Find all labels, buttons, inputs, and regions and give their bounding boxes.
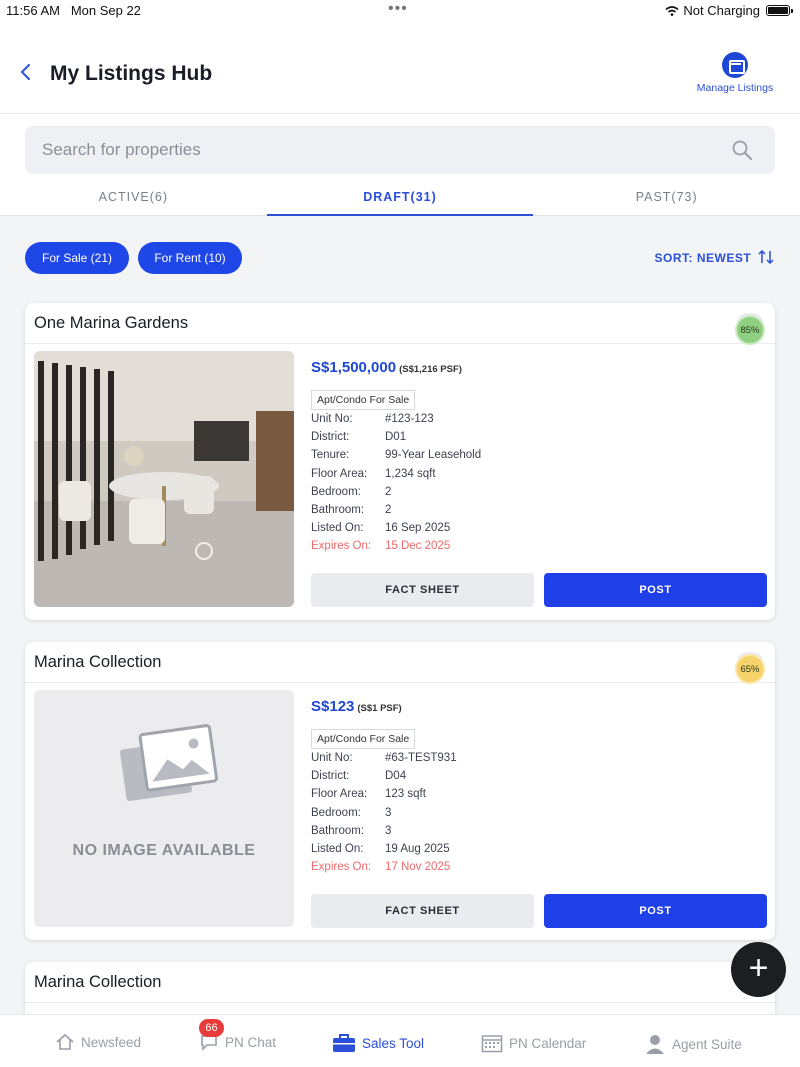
search-icon[interactable]	[731, 139, 753, 161]
listing-actions: FACT SHEET POST	[311, 573, 767, 607]
nav-label: PN Calendar	[509, 1035, 587, 1051]
manage-listings-label: Manage Listings	[696, 82, 774, 94]
listing-card[interactable]: Marina Collection ••• NO IMAGE AVAILABLE…	[25, 642, 775, 940]
sort-label: SORT: NEWEST	[654, 251, 752, 265]
detail-row: Tenure: 99-Year Leasehold	[311, 449, 482, 462]
status-time: 11:56 AM Mon Sep 22	[6, 3, 141, 18]
battery-icon	[766, 5, 793, 16]
status-right: Not Charging	[665, 3, 793, 18]
listing-details: Unit No: #63-TEST931 District: D04 Floor A…	[311, 752, 761, 879]
calendar-icon	[481, 1035, 503, 1053]
listing-title: One Marina Gardens	[34, 314, 189, 332]
detail-row: District: D01	[311, 431, 407, 444]
chat-unread-badge: 66	[199, 1019, 224, 1037]
nav-label: Agent Suite	[672, 1036, 742, 1052]
detail-row: Floor Area: 1,234 sqft	[311, 467, 436, 480]
listing-details: Unit No: #123-123 District: D01 Tenure: 99-…	[311, 413, 761, 559]
listing-price: S$123 (S$1 PSF)	[311, 698, 402, 715]
search-placeholder: Search for properties	[42, 140, 201, 159]
page-title: My Listings Hub	[50, 62, 213, 85]
property-type-tag: Apt/Condo For Sale	[311, 729, 416, 749]
detail-row: Bathroom: 3	[311, 824, 392, 837]
listing-actions: FACT SHEET POST	[311, 894, 767, 928]
detail-row: District: D04	[311, 770, 407, 783]
detail-row: Listed On: 16 Sep 2025	[311, 522, 451, 535]
listing-card-header: Marina Collection •••	[25, 642, 775, 683]
listing-tabs: ACTIVE(6) DRAFT(31) PAST(73)	[0, 180, 800, 216]
nav-pn-calendar[interactable]: PN Calendar	[481, 1033, 586, 1053]
briefcase-icon	[333, 1034, 355, 1052]
detail-row: Floor Area: 123 sqft	[311, 788, 426, 801]
search-input[interactable]: Search for properties	[25, 126, 775, 174]
listing-title: Marina Collection	[34, 653, 162, 671]
status-bar: 11:56 AM Mon Sep 22 ••• Not Charging	[0, 0, 800, 26]
listing-title: Marina Collection	[34, 973, 162, 991]
fact-sheet-button[interactable]: FACT SHEET	[311, 573, 534, 607]
detail-row: Unit No: #63-TEST931	[311, 752, 457, 764]
property-type-tag: Apt/Condo For Sale	[311, 390, 416, 410]
detail-row: Listed On: 19 Aug 2025	[311, 842, 450, 855]
listing-info: S$1,500,000 (S$1,216 PSF) Apt/Condo For S…	[311, 359, 761, 559]
detail-row: Bedroom: 2	[311, 485, 392, 498]
sort-icon	[758, 249, 774, 265]
expiry-row: Expires On: 15 Dec 2025	[311, 540, 451, 553]
listing-psf: (S$1,216 PSF)	[399, 364, 462, 375]
expiry-row: Expires On: 17 Nov 2025	[311, 861, 451, 874]
sort-button[interactable]: SORT: NEWEST	[654, 249, 774, 265]
listing-score-badge: 65%	[735, 654, 765, 684]
detail-row: Unit No: #123-123	[311, 413, 434, 425]
folder-icon	[722, 52, 748, 78]
for-sale-chip[interactable]: For Sale (21)	[25, 242, 129, 274]
listing-card-header: Marina Collection	[25, 962, 775, 1003]
page-header: My Listings Hub Manage Listings	[0, 26, 800, 114]
listing-info: S$123 (S$1 PSF) Apt/Condo For Sale Unit N…	[311, 698, 761, 879]
fact-sheet-button[interactable]: FACT SHEET	[311, 894, 534, 928]
listing-price: S$1,500,000 (S$1,216 PSF)	[311, 359, 462, 376]
add-listing-button[interactable]: +	[731, 942, 786, 997]
nav-newsfeed[interactable]: Newsfeed	[55, 1033, 141, 1051]
for-rent-chip[interactable]: For Rent (10)	[138, 242, 242, 274]
tab-past[interactable]: PAST(73)	[533, 180, 800, 215]
listing-card[interactable]: One Marina Gardens ••• 85% S$1,500,000(S…	[25, 303, 775, 620]
detail-row: Bathroom: 2	[311, 503, 392, 516]
wifi-icon	[665, 5, 679, 16]
nav-sales-tool[interactable]: Sales Tool	[332, 1033, 424, 1053]
no-image-text: NO IMAGE AVAILABLE	[72, 842, 256, 859]
bottom-nav: Newsfeed PN Chat Sales Tool PN Calendar …	[0, 1014, 800, 1067]
tab-draft[interactable]: DRAFT(31)	[266, 180, 534, 216]
listing-photo[interactable]	[34, 351, 294, 607]
charging-status: Not Charging	[683, 3, 760, 18]
detail-row: Bedroom: 3	[311, 806, 392, 819]
nav-label: Newsfeed	[81, 1034, 142, 1050]
nav-agent-suite[interactable]: Agent Suite	[644, 1033, 742, 1055]
chevron-left-icon[interactable]	[14, 60, 38, 84]
manage-listings-button[interactable]: Manage Listings	[690, 52, 780, 94]
nav-label: PN Chat	[225, 1034, 277, 1050]
listing-card-header: One Marina Gardens •••	[25, 303, 775, 344]
property-photo-image	[34, 351, 294, 607]
listing-score-badge: 85%	[735, 315, 765, 345]
post-button[interactable]: POST	[544, 894, 767, 928]
multitask-dots-icon[interactable]: •••	[388, 0, 408, 18]
image-placeholder-icon	[120, 724, 219, 801]
no-image-placeholder: NO IMAGE AVAILABLE	[34, 690, 294, 927]
tab-active[interactable]: ACTIVE(6)	[0, 180, 267, 215]
home-icon	[56, 1033, 74, 1050]
post-button[interactable]: POST	[544, 573, 767, 607]
person-icon	[646, 1035, 664, 1054]
nav-label: Sales Tool	[362, 1035, 425, 1051]
listing-psf: (S$1 PSF)	[357, 703, 402, 714]
